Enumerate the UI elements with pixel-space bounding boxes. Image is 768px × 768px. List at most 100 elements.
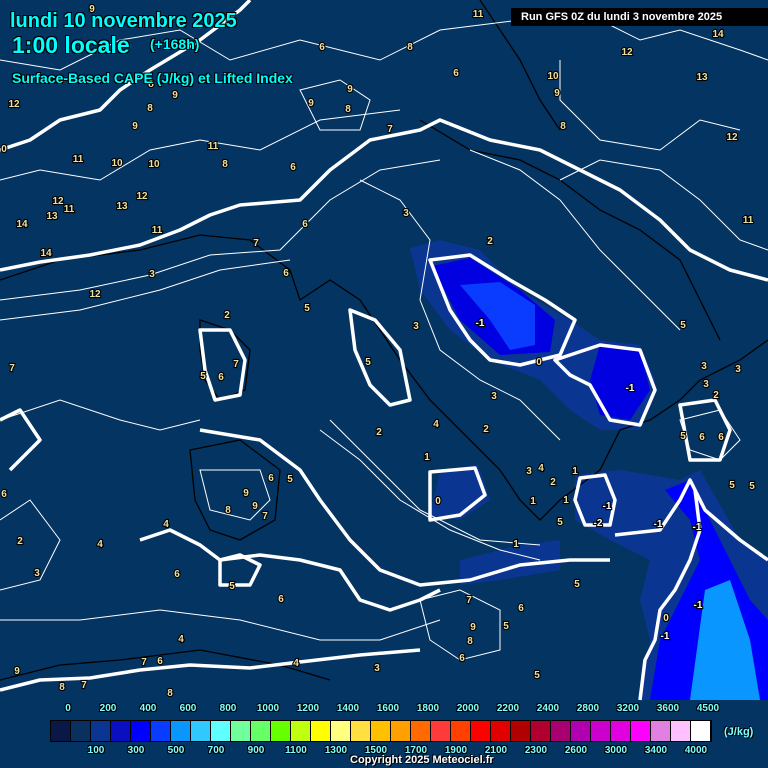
- lifted-index-label: 12: [621, 47, 633, 58]
- lifted-index-label: 5: [729, 480, 735, 491]
- lifted-index-label: 6: [218, 372, 224, 383]
- legend-swatch: [491, 721, 511, 741]
- lifted-index-label: 12: [136, 191, 148, 202]
- legend-label: 1400: [336, 703, 360, 714]
- lifted-index-label: 8: [59, 682, 65, 693]
- forecast-lead-time: (+168h): [150, 36, 200, 52]
- legend-unit: (J/kg): [724, 726, 754, 738]
- legend-label: 200: [99, 703, 117, 714]
- lifted-index-label: 1: [513, 539, 519, 550]
- lifted-index-label: 13: [696, 72, 708, 83]
- lifted-index-label: 5: [574, 579, 580, 590]
- legend-label: 900: [247, 745, 265, 756]
- legend-swatch: [51, 721, 71, 741]
- lifted-index-label: 1: [563, 495, 569, 506]
- lifted-index-label: 5: [503, 621, 509, 632]
- legend-swatch: [211, 721, 231, 741]
- lifted-index-label: 0: [435, 496, 441, 507]
- lifted-index-label: 8: [560, 121, 566, 132]
- lifted-index-label: 3: [374, 663, 380, 674]
- lifted-index-label: 6: [174, 569, 180, 580]
- legend-swatch: [131, 721, 151, 741]
- lifted-index-label: -1: [693, 522, 702, 533]
- lifted-index-label: 1: [572, 466, 578, 477]
- lifted-index-label: 4: [538, 463, 544, 474]
- lifted-index-label: 2: [713, 390, 719, 401]
- lifted-index-label: 4: [178, 634, 184, 645]
- legend-swatch: [531, 721, 551, 741]
- lifted-index-label: 6: [459, 653, 465, 664]
- legend-swatch: [431, 721, 451, 741]
- legend-swatch: [471, 721, 491, 741]
- legend-swatch: [671, 721, 691, 741]
- legend-label: 700: [207, 745, 225, 756]
- lifted-index-label: 3: [735, 364, 741, 375]
- lifted-index-label: 2: [376, 427, 382, 438]
- lifted-index-label: 10: [547, 71, 559, 82]
- lifted-index-label: 12: [726, 132, 738, 143]
- lifted-index-label: 9: [308, 98, 314, 109]
- parameter-title: Surface-Based CAPE (J/kg) et Lifted Inde…: [12, 70, 293, 86]
- lifted-index-label: 6: [1, 489, 7, 500]
- lifted-index-label: 6: [319, 42, 325, 53]
- legend-swatch: [571, 721, 591, 741]
- lifted-index-label: 11: [473, 9, 484, 20]
- lifted-index-label: 11: [208, 141, 219, 152]
- legend-swatch: [351, 721, 371, 741]
- lifted-index-label: 4: [433, 419, 439, 430]
- lifted-index-label: 14: [712, 29, 724, 40]
- lifted-index-label: 8: [345, 104, 351, 115]
- forecast-date: lundi 10 novembre 2025: [10, 10, 237, 32]
- lifted-index-label: 5: [749, 481, 755, 492]
- lifted-index-label: -1: [661, 631, 670, 642]
- lifted-index-label: 2: [487, 236, 493, 247]
- legend-swatch: [651, 721, 671, 741]
- lifted-index-label: 0: [1, 144, 7, 155]
- lifted-index-label: 6: [718, 432, 724, 443]
- legend-label: 1200: [296, 703, 320, 714]
- lifted-index-label: 6: [157, 656, 163, 667]
- lifted-index-label: 12: [52, 196, 64, 207]
- copyright: Copyright 2025 Meteociel.fr: [350, 754, 494, 766]
- legend-swatch: [451, 721, 471, 741]
- legend-label: 600: [179, 703, 197, 714]
- legend-label: 1000: [256, 703, 280, 714]
- lifted-index-label: 10: [148, 159, 160, 170]
- lifted-index-label: 5: [229, 581, 235, 592]
- lifted-index-label: 7: [253, 238, 259, 249]
- lifted-index-label: 3: [403, 208, 409, 219]
- cape-area-sardinia: [430, 465, 490, 520]
- legend-swatch: [91, 721, 111, 741]
- legend-swatch: [411, 721, 431, 741]
- lifted-index-label: -1: [626, 383, 635, 394]
- lifted-index-label: 9: [554, 88, 560, 99]
- legend-label: 500: [167, 745, 185, 756]
- legend-swatch: [691, 721, 711, 741]
- lifted-index-label: 6: [302, 219, 308, 230]
- lifted-index-label: 5: [680, 431, 686, 442]
- lifted-index-label: 0: [536, 357, 542, 368]
- legend-swatch: [271, 721, 291, 741]
- lifted-index-label: 3: [413, 321, 419, 332]
- legend-label: 2000: [456, 703, 480, 714]
- lifted-index-label: 8: [467, 636, 473, 647]
- legend-label: 1600: [376, 703, 400, 714]
- lifted-index-label: 5: [365, 357, 371, 368]
- weather-map-view: 9 11 14 6 8 12 6 10 13 8 9 9 9 8 9 12 8 9 7 8 12 11 0 11 10 10 8 6 1…: [0, 0, 768, 768]
- model-run-info: Run GFS 0Z du lundi 3 novembre 2025: [511, 8, 768, 26]
- legend-label: 3400: [644, 745, 668, 756]
- legend-swatch: [151, 721, 171, 741]
- lifted-index-label: 1: [530, 496, 536, 507]
- lifted-index-label: 5: [557, 517, 563, 528]
- legend-label: 3600: [656, 703, 680, 714]
- lifted-index-label: 7: [81, 680, 87, 691]
- lifted-index-label: -1: [694, 600, 703, 611]
- lifted-index-label: 11: [64, 204, 75, 215]
- lifted-index-label: -2: [594, 518, 603, 529]
- lifted-index-label: 10: [111, 158, 123, 169]
- lifted-index-label: 6: [278, 594, 284, 605]
- legend-label: 0: [65, 703, 71, 714]
- legend-label: 3200: [616, 703, 640, 714]
- lifted-index-label: 9: [132, 121, 138, 132]
- legend-label: 2300: [524, 745, 548, 756]
